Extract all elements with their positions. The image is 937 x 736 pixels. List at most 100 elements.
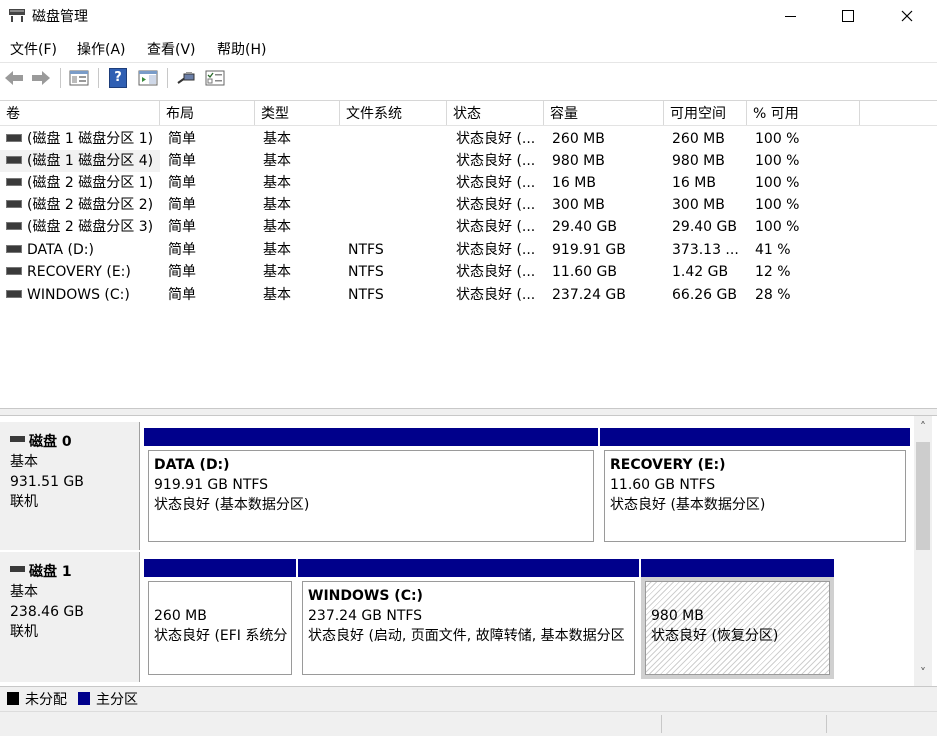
volume-row[interactable]: (磁盘 2 磁盘分区 3) 简单 基本 状态良好 (... 29.40 GB 2…	[0, 216, 937, 238]
volume-free-space: 980 MB	[672, 153, 725, 169]
partition-title	[651, 586, 824, 606]
properties-button[interactable]	[204, 68, 226, 88]
partition-data-d[interactable]: DATA (D:) 919.91 GB NTFS 状态良好 (基本数据分区)	[144, 428, 598, 546]
volume-free-space: 29.40 GB	[672, 219, 737, 235]
partition-title: RECOVERY (E:)	[610, 457, 726, 473]
partition-efi[interactable]: 260 MB 状态良好 (EFI 系统分	[144, 559, 296, 679]
disk-1-label[interactable]: 磁盘 1 基本 238.46 GB 联机	[0, 552, 140, 682]
status-bar	[0, 711, 937, 736]
scroll-down-button[interactable]: ˅	[914, 664, 932, 682]
show-hide-console-tree-button[interactable]	[68, 68, 90, 88]
disk-size: 931.51 GB	[10, 474, 84, 490]
scrollbar-thumb[interactable]	[916, 442, 930, 550]
volume-name: (磁盘 2 磁盘分区 3)	[27, 219, 154, 235]
volume-layout: 简单	[168, 175, 196, 191]
volume-type: 基本	[263, 242, 291, 258]
minimize-button[interactable]	[767, 0, 813, 32]
partition-size: 11.60 GB NTFS	[610, 477, 716, 493]
scroll-up-button[interactable]: ˄	[914, 418, 932, 436]
volume-layout: 简单	[168, 264, 196, 280]
help-button[interactable]: ?	[107, 68, 129, 88]
connect-button[interactable]	[175, 68, 197, 88]
volume-status: 状态良好 (...	[456, 175, 536, 191]
menu-help[interactable]: 帮助(H)	[217, 39, 266, 59]
column-header-percent-free[interactable]: % 可用	[747, 101, 860, 125]
column-header-filesystem[interactable]: 文件系统	[340, 101, 447, 125]
volume-free-space: 16 MB	[672, 175, 716, 191]
column-header-type[interactable]: 类型	[255, 101, 340, 125]
volume-type: 基本	[263, 219, 291, 235]
volume-percent-free: 100 %	[755, 197, 800, 213]
volume-row[interactable]: (磁盘 1 磁盘分区 4) 简单 基本 状态良好 (... 980 MB 980…	[0, 150, 937, 172]
volume-percent-free: 100 %	[755, 153, 800, 169]
menu-file[interactable]: 文件(F)	[10, 39, 57, 59]
volume-row[interactable]: (磁盘 2 磁盘分区 1) 简单 基本 状态良好 (... 16 MB 16 M…	[0, 172, 937, 194]
window-title: 磁盘管理	[32, 9, 88, 25]
volume-row[interactable]: WINDOWS (C:) 简单 基本 NTFS 状态良好 (... 237.24…	[0, 284, 937, 306]
legend-swatch-primary	[78, 692, 90, 705]
column-header-layout[interactable]: 布局	[160, 101, 255, 125]
disk-graphical-view: 磁盘 0 基本 931.51 GB 联机 DATA (D:) 919.91 GB…	[0, 416, 914, 686]
volume-name: (磁盘 2 磁盘分区 1)	[27, 175, 154, 191]
volume-icon	[6, 267, 22, 275]
volume-icon	[6, 200, 22, 208]
close-button[interactable]	[884, 0, 930, 32]
disk-0-label[interactable]: 磁盘 0 基本 931.51 GB 联机	[0, 422, 140, 550]
partition-bar	[298, 559, 639, 577]
status-separator	[661, 715, 662, 733]
volume-row[interactable]: RECOVERY (E:) 简单 基本 NTFS 状态良好 (... 11.60…	[0, 261, 937, 283]
partition-status: 状态良好 (基本数据分区)	[154, 497, 310, 513]
column-header-status[interactable]: 状态	[447, 101, 544, 125]
volume-status: 状态良好 (...	[456, 131, 536, 147]
volume-icon	[6, 222, 22, 230]
menu-view[interactable]: 查看(V)	[147, 39, 196, 59]
partition-recovery-e[interactable]: RECOVERY (E:) 11.60 GB NTFS 状态良好 (基本数据分区…	[600, 428, 910, 546]
volume-capacity: 300 MB	[552, 197, 605, 213]
volume-icon	[6, 178, 22, 186]
partition-bar	[600, 428, 910, 446]
volume-percent-free: 41 %	[755, 242, 791, 258]
maximize-icon	[842, 10, 854, 22]
partition-windows-c[interactable]: WINDOWS (C:) 237.24 GB NTFS 状态良好 (启动, 页面…	[298, 559, 639, 679]
partition-recovery[interactable]: 980 MB 状态良好 (恢复分区)	[641, 559, 834, 679]
volume-row[interactable]: DATA (D:) 简单 基本 NTFS 状态良好 (... 919.91 GB…	[0, 239, 937, 261]
volume-percent-free: 12 %	[755, 264, 791, 280]
title-bar: 磁盘管理	[0, 0, 937, 32]
maximize-button[interactable]	[825, 0, 871, 32]
volume-row[interactable]: (磁盘 1 磁盘分区 1) 简单 基本 状态良好 (... 260 MB 260…	[0, 128, 937, 150]
column-header-volume[interactable]: 卷	[0, 101, 160, 125]
toolbar: ?	[0, 62, 937, 93]
legend-swatch-unallocated	[7, 692, 19, 705]
partition-size: 237.24 GB NTFS	[308, 608, 423, 624]
disk-name: 磁盘 1	[29, 564, 72, 580]
show-hide-console-tree-icon	[69, 70, 89, 86]
vertical-scrollbar[interactable]: ˄ ˅	[914, 416, 932, 686]
column-header-free-space[interactable]: 可用空间	[664, 101, 747, 125]
partition-bar	[144, 559, 296, 577]
toolbar-separator	[98, 68, 99, 88]
volume-percent-free: 100 %	[755, 131, 800, 147]
legend-label-unallocated: 未分配	[25, 692, 67, 708]
volume-capacity: 237.24 GB	[552, 287, 626, 303]
toolbar-separator	[167, 68, 168, 88]
back-button[interactable]	[3, 68, 25, 88]
volume-filesystem: NTFS	[348, 287, 384, 303]
disk-state: 联机	[10, 494, 38, 510]
column-header-capacity[interactable]: 容量	[544, 101, 664, 125]
forward-button[interactable]	[30, 68, 52, 88]
volume-percent-free: 100 %	[755, 219, 800, 235]
volume-layout: 简单	[168, 219, 196, 235]
action-pane-button[interactable]	[137, 68, 159, 88]
pane-splitter[interactable]	[0, 408, 937, 416]
menu-action[interactable]: 操作(A)	[77, 39, 126, 59]
volume-status: 状态良好 (...	[456, 219, 536, 235]
legend-bar: 未分配 主分区	[0, 686, 937, 711]
partition-bar	[641, 559, 834, 577]
back-arrow-icon	[5, 71, 23, 85]
disk-state: 联机	[10, 624, 38, 640]
volume-row[interactable]: (磁盘 2 磁盘分区 2) 简单 基本 状态良好 (... 300 MB 300…	[0, 194, 937, 216]
partition-bar	[144, 428, 598, 446]
partition-status: 状态良好 (恢复分区)	[651, 628, 779, 644]
volume-icon	[6, 245, 22, 253]
volume-layout: 简单	[168, 153, 196, 169]
